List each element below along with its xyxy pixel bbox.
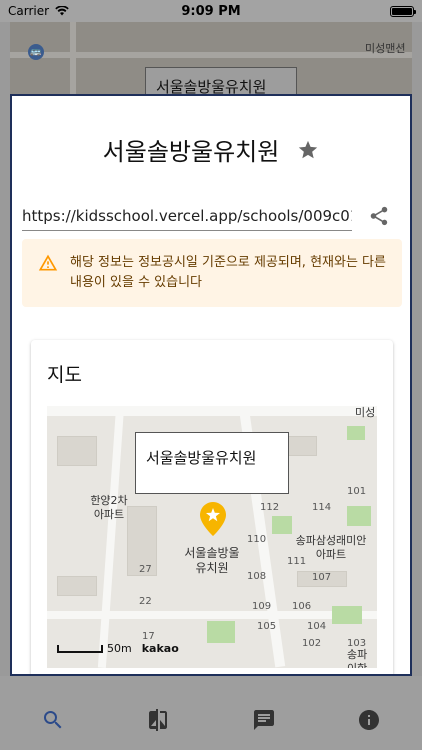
map-poi-label: 서울솔방울 유치원 bbox=[184, 546, 240, 575]
bus-icon: 🚌 bbox=[28, 44, 44, 60]
scale-label: 50m bbox=[107, 642, 132, 655]
map-number: 27 bbox=[139, 564, 152, 575]
map-label-apt-right: 송파삼성래미안 아파트 bbox=[295, 534, 367, 561]
map-pin-icon[interactable] bbox=[200, 502, 226, 536]
map-number: 107 bbox=[312, 572, 332, 583]
background-map-label: 미성맨션 bbox=[365, 42, 406, 55]
map-label-apt-left: 한양2차 아파트 bbox=[90, 494, 128, 521]
map-number: 17 bbox=[142, 631, 155, 642]
share-icon[interactable] bbox=[368, 205, 390, 227]
map-number: 112 bbox=[260, 502, 280, 513]
map-number: 101 bbox=[347, 486, 367, 497]
wifi-icon bbox=[55, 6, 69, 16]
background-map: 🚌 미성맨션 서울솔방울유치원 bbox=[10, 22, 412, 94]
map-number: 104 bbox=[307, 621, 327, 632]
map-info-box: 서울솔방울유치원 bbox=[135, 432, 289, 494]
modal-title: 서울솔방울유치원 bbox=[102, 138, 280, 166]
map-number: 114 bbox=[312, 502, 332, 513]
map-number: 102 bbox=[302, 638, 322, 649]
status-time: 9:09 PM bbox=[181, 3, 241, 19]
kakao-logo: kakao bbox=[141, 642, 179, 655]
map-number: 106 bbox=[292, 601, 312, 612]
compare-icon[interactable] bbox=[146, 708, 170, 732]
warning-text: 해당 정보는 정보공시일 기준으로 제공되며, 현재와는 다른 내용이 있을 수… bbox=[70, 255, 386, 290]
map-number: 110 bbox=[247, 534, 267, 545]
bottom-navigation bbox=[0, 676, 422, 750]
battery-icon bbox=[390, 5, 416, 17]
carrier-label: Carrier bbox=[8, 4, 50, 18]
chat-icon[interactable] bbox=[252, 708, 276, 732]
star-icon[interactable] bbox=[297, 139, 319, 161]
map-number: 105 bbox=[257, 621, 277, 632]
map-label-bottom-right: 송파 이한 bbox=[347, 648, 368, 668]
kakao-map[interactable]: 112 110 108 107 114 111 109 106 105 104 … bbox=[47, 406, 377, 668]
status-bar: Carrier 9:09 PM bbox=[0, 0, 422, 22]
map-card-title: 지도 bbox=[47, 364, 82, 386]
search-icon[interactable] bbox=[41, 708, 65, 732]
map-label-top-right: 미성 bbox=[355, 406, 376, 419]
warning-icon bbox=[38, 254, 58, 271]
info-icon[interactable] bbox=[357, 708, 381, 732]
background-map-info-box: 서울솔방울유치원 bbox=[145, 67, 297, 94]
school-url-field[interactable] bbox=[22, 201, 352, 231]
warning-alert: 해당 정보는 정보공시일 기준으로 제공되며, 현재와는 다른 내용이 있을 수… bbox=[22, 239, 402, 307]
school-detail-modal: 서울솔방울유치원 해당 정보는 정보공시일 기준으로 제공되며, 현재와는 다른… bbox=[10, 94, 412, 676]
map-number: 109 bbox=[252, 601, 272, 612]
map-number: 22 bbox=[139, 596, 152, 607]
map-card: 지도 112 110 108 107 114 111 109 106 105 1… bbox=[31, 340, 393, 674]
map-scale: 50m kakao bbox=[57, 642, 179, 655]
